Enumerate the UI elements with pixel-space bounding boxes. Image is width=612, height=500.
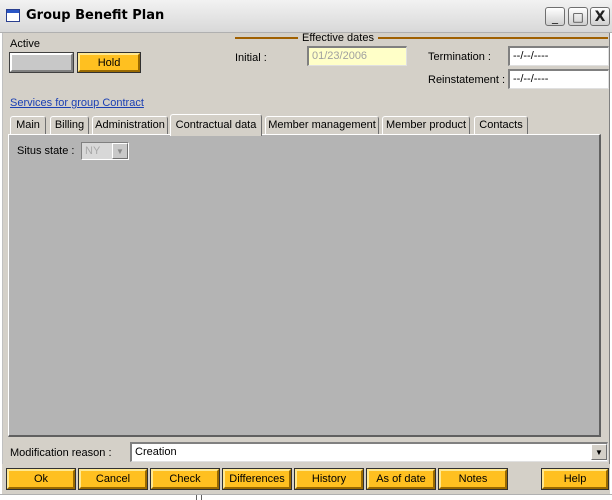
- reinstatement-label: Reinstatement :: [428, 74, 506, 86]
- as-of-date-button[interactable]: As of date: [366, 468, 436, 490]
- initial-date-field: 01/23/2006: [307, 46, 407, 66]
- window-title: Group Benefit Plan: [26, 8, 165, 23]
- hold-button[interactable]: Hold: [77, 52, 141, 73]
- help-button[interactable]: Help: [541, 468, 609, 490]
- tab-contractual-data[interactable]: Contractual data: [170, 114, 262, 136]
- effective-dates-rule-right: [378, 37, 608, 39]
- effective-dates-rule-left: [235, 37, 298, 39]
- termination-date-field[interactable]: --/--/----: [508, 46, 609, 66]
- reinstatement-date-field[interactable]: --/--/----: [508, 69, 609, 89]
- close-button[interactable]: X: [590, 7, 610, 26]
- effective-dates-title: Effective dates: [302, 32, 374, 44]
- maximize-icon: □: [572, 9, 584, 24]
- active-button[interactable]: [9, 52, 74, 73]
- cancel-button[interactable]: Cancel: [78, 468, 148, 490]
- tab-main[interactable]: Main: [10, 116, 46, 135]
- tab-contacts[interactable]: Contacts: [474, 116, 528, 135]
- modification-reason-label: Modification reason :: [10, 447, 112, 459]
- tab-administration[interactable]: Administration: [92, 116, 168, 135]
- initial-label: Initial :: [235, 52, 267, 64]
- minimize-button[interactable]: _: [545, 7, 565, 26]
- title-bar[interactable]: Group Benefit Plan _ □ X: [0, 0, 612, 33]
- history-button[interactable]: History: [294, 468, 364, 490]
- tab-billing[interactable]: Billing: [50, 116, 89, 135]
- close-icon: X: [594, 8, 606, 25]
- chevron-down-icon[interactable]: ▼: [591, 444, 607, 460]
- notes-button[interactable]: Notes: [438, 468, 508, 490]
- termination-label: Termination :: [428, 51, 491, 63]
- bottom-strip: [0, 494, 612, 500]
- situs-state-select: NY ▼: [81, 142, 129, 160]
- situs-state-value: NY: [85, 145, 101, 157]
- modification-reason-value: Creation: [135, 446, 177, 458]
- window-icon: [6, 9, 20, 22]
- splitter-handle[interactable]: [196, 495, 202, 500]
- check-button[interactable]: Check: [150, 468, 220, 490]
- maximize-button[interactable]: □: [568, 7, 588, 26]
- ok-button[interactable]: Ok: [6, 468, 76, 490]
- modification-reason-select[interactable]: Creation ▼: [130, 442, 608, 462]
- differences-button[interactable]: Differences: [222, 468, 292, 490]
- services-group-contract-link[interactable]: Services for group Contract: [10, 97, 144, 109]
- tab-member-product[interactable]: Member product: [382, 116, 470, 135]
- active-label: Active: [10, 38, 40, 50]
- chevron-down-icon: ▼: [112, 143, 128, 159]
- contractual-data-panel: Situs state : NY ▼: [8, 134, 601, 437]
- tab-member-management[interactable]: Member management: [265, 116, 379, 135]
- situs-state-label: Situs state :: [17, 145, 75, 157]
- minimize-icon: _: [552, 9, 558, 24]
